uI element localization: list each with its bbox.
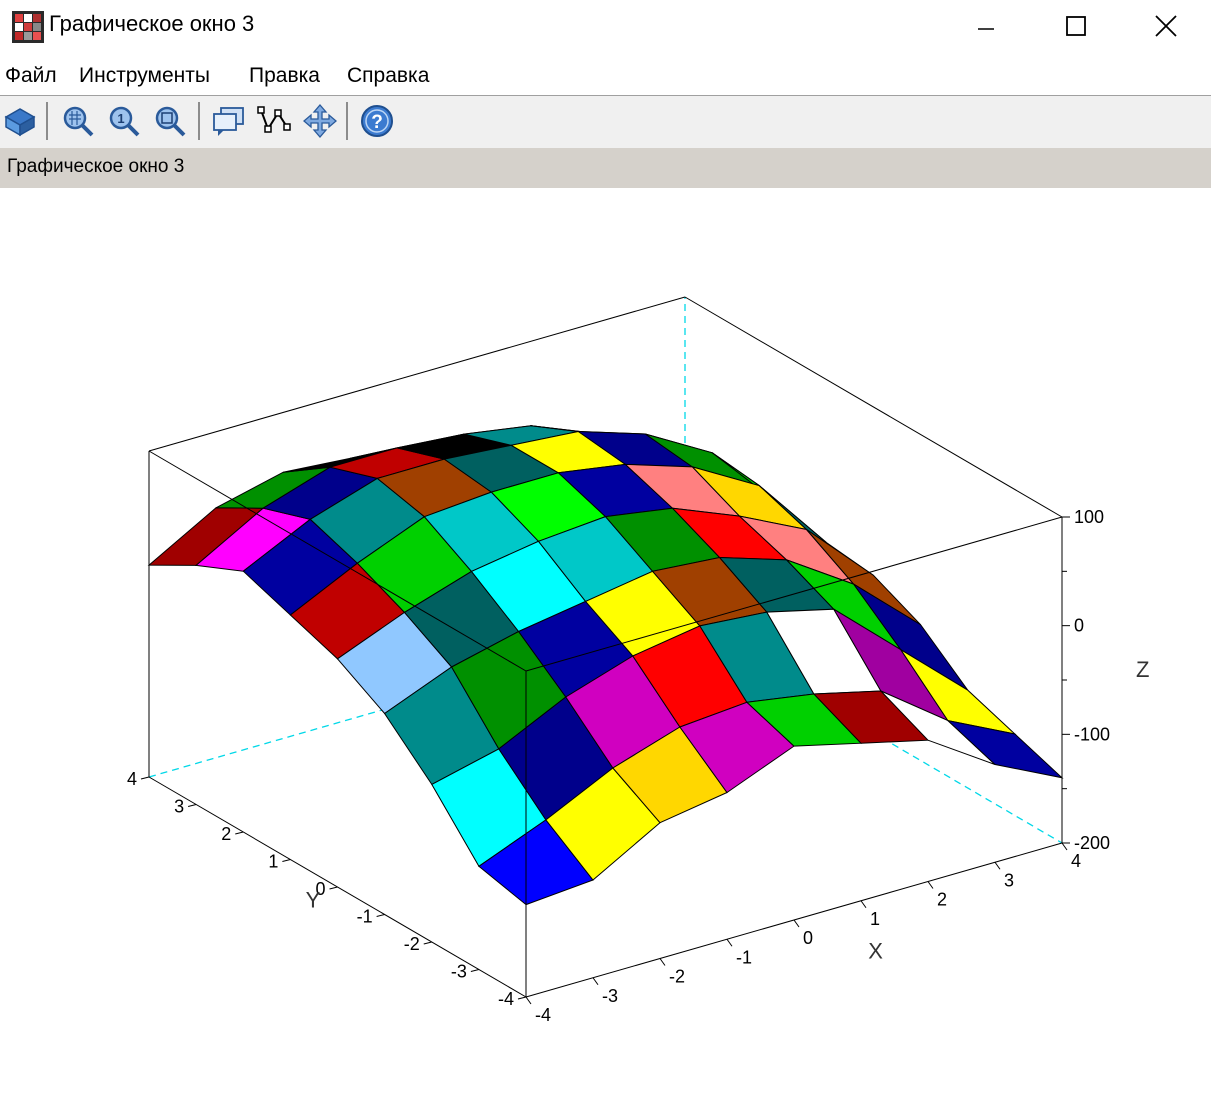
minimize-button[interactable] [940, 0, 1032, 52]
menu-file[interactable]: Файл [5, 64, 57, 88]
zoom-reset-button[interactable]: 1 [104, 101, 144, 141]
z-axis-label: Z [1136, 657, 1149, 682]
y-tick-label: -3 [451, 962, 467, 982]
x-tick [592, 977, 599, 986]
x-tick [927, 881, 934, 889]
z-tick-label: 0 [1074, 616, 1084, 636]
y-tick [423, 941, 432, 945]
x-tick-label: 3 [1004, 870, 1014, 890]
svg-text:?: ? [371, 112, 383, 133]
y-tick [376, 914, 385, 917]
y-tick [329, 886, 338, 890]
x-tick-label: -1 [736, 947, 752, 967]
menu-bar: Файл Инструменты Правка Справка [0, 58, 1211, 94]
y-tick-label: 1 [268, 852, 278, 872]
datatip-icon [213, 107, 244, 136]
svg-text:1: 1 [117, 111, 124, 126]
rotate-button[interactable] [0, 101, 40, 141]
menu-edit[interactable]: Правка [249, 64, 320, 88]
zoom-fit-button[interactable] [150, 101, 190, 141]
pan-button[interactable] [300, 101, 340, 141]
toolbar-separator [46, 102, 48, 140]
x-tick [726, 938, 733, 947]
zoom-button[interactable] [58, 101, 98, 141]
zoom-original-icon: 1 [109, 106, 140, 137]
maximize-icon [1066, 16, 1086, 36]
y-tick-label: -2 [404, 934, 420, 954]
y-tick [470, 969, 479, 972]
plot-canvas[interactable]: -4 -3 -2 -1 0 1 2 3 4 -4 -3 -2 -1 0 1 2 3 4 100 0 -100 -200 X Y… [0, 188, 1211, 1104]
y-tick [517, 996, 527, 1000]
info-bar: Графическое окно 3 [0, 148, 1211, 188]
polyline-edit-icon [257, 106, 291, 133]
x-tick-label: 2 [937, 890, 947, 910]
y-tick-label: -4 [498, 989, 514, 1009]
y-tick-label: -1 [357, 907, 373, 927]
zoom-in-icon [63, 106, 94, 137]
y-tick-label: 2 [221, 824, 231, 844]
help-button[interactable]: ? [357, 101, 397, 141]
y-tick-label: 3 [174, 797, 184, 817]
title-bar: Графическое окно 3 [0, 0, 1211, 52]
close-icon [1155, 15, 1177, 37]
info-bar-text: Графическое окно 3 [7, 156, 185, 177]
y-tick [282, 859, 291, 862]
x-tick-label: -4 [535, 1005, 551, 1025]
scilab-app-icon [12, 11, 44, 43]
toolbar-separator [198, 102, 200, 140]
menu-help[interactable]: Справка [347, 64, 429, 88]
zoom-fit-icon [155, 106, 186, 137]
surface-plot: -4-3-2-101234-4-3-2-1012341000-100-200XY… [127, 296, 1149, 1025]
y-tick-label: 4 [127, 769, 137, 789]
x-tick-label: -2 [669, 967, 685, 987]
toolbar: 1 ? [0, 96, 1211, 148]
x-tick [659, 958, 666, 966]
y-tick [188, 804, 197, 807]
x-tick-label: 0 [803, 928, 813, 948]
maximize-button[interactable] [1030, 0, 1122, 52]
menu-tools[interactable]: Инструменты [79, 64, 210, 88]
z-tick-label: -100 [1074, 724, 1110, 744]
toolbar-separator [346, 102, 348, 140]
data-editor-button[interactable] [254, 101, 294, 141]
y-axis-label: Y [306, 887, 321, 912]
x-tick [994, 861, 1001, 870]
y-tick [140, 776, 150, 780]
x-tick-label: 1 [870, 909, 880, 929]
x-tick-label: -3 [602, 986, 618, 1006]
window-title: Графическое окно 3 [49, 11, 255, 36]
x-tick [525, 996, 532, 1005]
x-tick [860, 900, 867, 909]
x-tick-label: 4 [1071, 851, 1081, 871]
z-tick-label: -200 [1074, 833, 1110, 853]
move-arrows-icon [303, 104, 337, 138]
x-tick [1061, 842, 1068, 851]
x-axis-label: X [868, 939, 883, 964]
close-button[interactable] [1120, 0, 1211, 52]
minimize-icon [978, 28, 994, 30]
rotate-3d-icon [4, 108, 36, 137]
z-tick-label: 100 [1074, 507, 1104, 527]
x-tick [793, 919, 800, 928]
datatip-button[interactable] [208, 101, 248, 141]
y-tick [235, 831, 244, 835]
help-icon: ? [361, 105, 393, 137]
box-edge [148, 296, 686, 452]
